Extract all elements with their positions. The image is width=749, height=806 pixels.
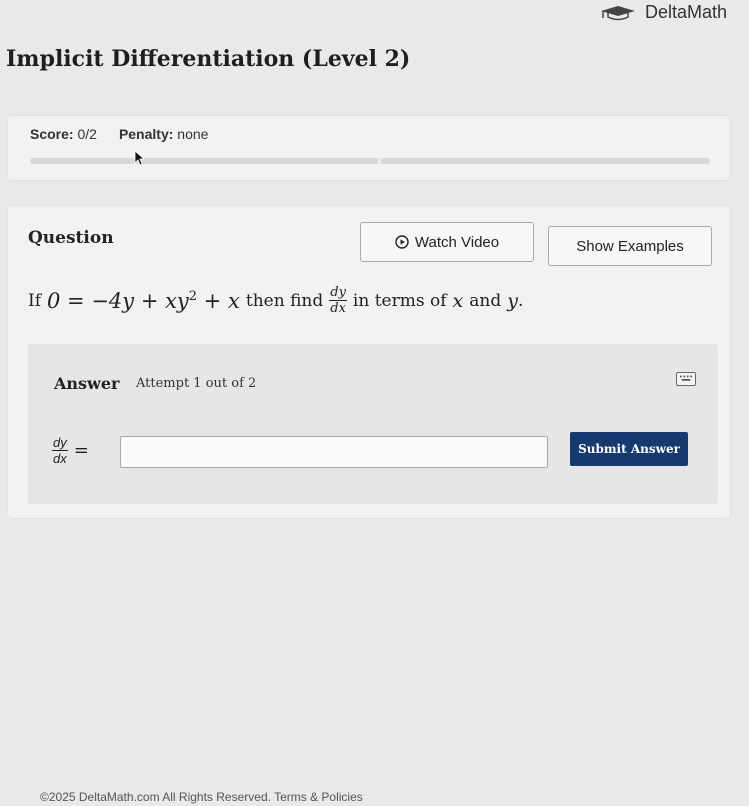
answer-fraction-numerator: dy bbox=[52, 435, 68, 451]
show-examples-button[interactable]: Show Examples bbox=[548, 226, 712, 266]
answer-input[interactable] bbox=[120, 436, 548, 468]
score-display: Score: 0/2 bbox=[30, 126, 97, 142]
progress-divider bbox=[378, 158, 381, 164]
page-title: Implicit Differentiation (Level 2) bbox=[6, 46, 411, 72]
equation-rhs: + x bbox=[197, 288, 240, 313]
footer-copyright: ©2025 DeltaMath.com All Rights Reserved. bbox=[40, 790, 271, 804]
show-examples-label: Show Examples bbox=[576, 237, 684, 255]
answer-fraction-denominator: dx bbox=[53, 451, 67, 466]
watch-video-label: Watch Video bbox=[414, 233, 500, 251]
fraction-numerator: dy bbox=[329, 285, 347, 301]
equation: 0 = −4y + xy2 + x bbox=[47, 289, 240, 313]
answer-panel: Answer Attempt 1 out of 2 dy dx = Submit… bbox=[28, 344, 718, 504]
progress-bar bbox=[30, 158, 710, 164]
score-value: 0/2 bbox=[77, 126, 97, 142]
equation-lhs: 0 = −4y + xy bbox=[47, 288, 189, 313]
answer-label: Answer bbox=[54, 374, 120, 393]
prompt-period: . bbox=[517, 290, 524, 311]
terms-policies-link[interactable]: Terms & Policies bbox=[274, 790, 363, 804]
answer-lhs: dy dx = bbox=[52, 436, 89, 465]
fraction-denominator: dx bbox=[330, 301, 346, 316]
equation-exponent: 2 bbox=[188, 288, 198, 304]
variable-y: y bbox=[507, 289, 518, 312]
graduation-cap-icon bbox=[600, 5, 635, 20]
score-panel: Score: 0/2 Penalty: none bbox=[8, 116, 730, 180]
brand-logo[interactable]: DeltaMath bbox=[599, 2, 727, 23]
submit-answer-button[interactable]: Submit Answer bbox=[570, 432, 688, 466]
footer: ©2025 DeltaMath.com All Rights Reserved.… bbox=[40, 790, 363, 804]
prompt-prefix: If bbox=[28, 290, 42, 311]
variable-x: x bbox=[452, 289, 464, 312]
mouse-cursor-icon bbox=[134, 150, 146, 166]
score-label: Score: bbox=[30, 126, 74, 142]
brand-name: DeltaMath bbox=[644, 2, 727, 22]
penalty-value: none bbox=[177, 126, 209, 142]
prompt-and: and bbox=[469, 290, 502, 311]
play-circle-icon bbox=[395, 235, 409, 249]
question-label: Question bbox=[28, 228, 114, 248]
penalty-label: Penalty: bbox=[118, 126, 174, 142]
derivative-fraction: dy dx bbox=[329, 286, 347, 315]
attempt-counter: Attempt 1 out of 2 bbox=[136, 376, 257, 391]
question-panel: Question Watch Video Show Examples If 0 … bbox=[8, 206, 730, 518]
watch-video-button[interactable]: Watch Video bbox=[360, 222, 534, 262]
prompt-in-terms-of: in terms of bbox=[352, 290, 447, 311]
answer-fraction: dy dx bbox=[52, 436, 68, 465]
penalty-display: Penalty: none bbox=[119, 126, 209, 142]
prompt-then: then find bbox=[245, 290, 324, 311]
equals-sign: = bbox=[73, 440, 89, 461]
question-prompt: If 0 = −4y + xy2 + x then find dy dx in … bbox=[28, 286, 523, 315]
keyboard-icon[interactable] bbox=[676, 372, 696, 386]
